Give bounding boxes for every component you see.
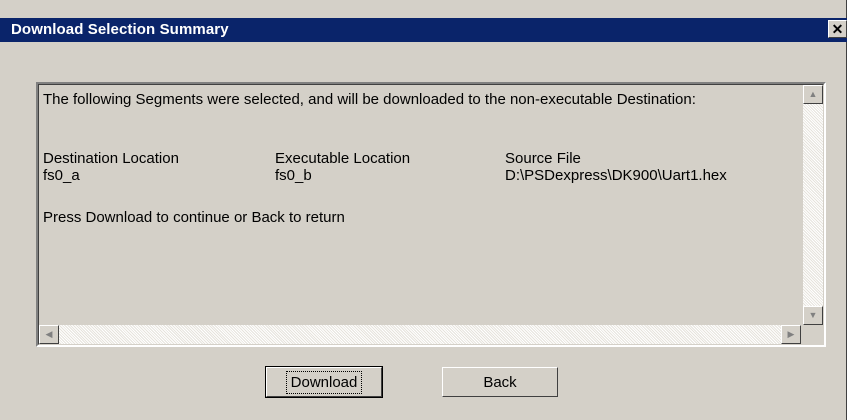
destination-location-value: fs0_a [43,167,80,184]
summary-intro: The following Segments were selected, an… [43,91,696,108]
summary-text-box-inner: The following Segments were selected, an… [38,84,824,345]
source-file-value: D:\PSDexpress\DK900\Uart1.hex [505,167,727,184]
back-button[interactable]: Back [442,367,558,397]
download-selection-summary-dialog: Download Selection Summary ✕ The followi… [0,0,847,420]
scrollbar-corner [803,325,823,344]
title-bar[interactable]: Download Selection Summary ✕ [0,18,847,42]
source-file-header: Source File [505,150,581,167]
horizontal-scrollbar[interactable]: ◀ ▶ [39,325,801,344]
arrow-right-icon: ▶ [787,329,795,339]
summary-content: The following Segments were selected, an… [43,91,793,313]
arrow-down-icon: ▼ [808,310,818,320]
close-icon: ✕ [831,21,844,37]
arrow-up-icon: ▲ [808,89,818,99]
back-button-label: Back [483,373,517,391]
scroll-up-button[interactable]: ▲ [803,85,823,104]
executable-location-value: fs0_b [275,167,312,184]
executable-location-header: Executable Location [275,150,411,167]
close-button[interactable]: ✕ [828,20,847,38]
scroll-right-button[interactable]: ▶ [781,325,801,344]
summary-text-box[interactable]: The following Segments were selected, an… [36,82,826,347]
download-button-label: Download [285,370,363,394]
scroll-left-button[interactable]: ◀ [39,325,59,344]
arrow-left-icon: ◀ [45,329,53,339]
destination-location-header: Destination Location [43,150,179,167]
window-title: Download Selection Summary [11,21,229,38]
summary-instruction: Press Download to continue or Back to re… [43,209,345,226]
scroll-down-button[interactable]: ▼ [803,306,823,325]
download-button[interactable]: Download [265,366,383,398]
vertical-scrollbar[interactable]: ▲ ▼ [803,85,823,325]
